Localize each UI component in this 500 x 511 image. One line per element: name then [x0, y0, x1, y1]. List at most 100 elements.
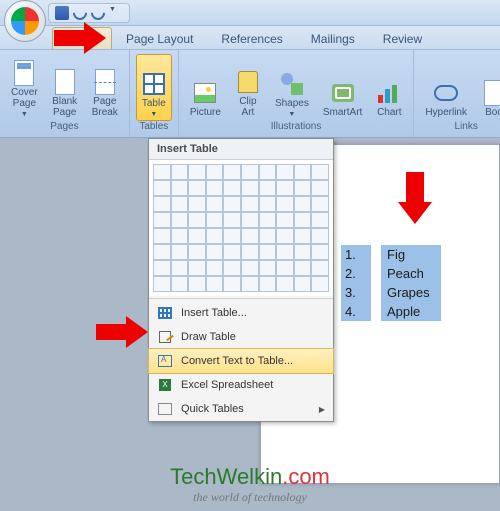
menu-draw-table[interactable]: Draw Table	[149, 325, 333, 349]
tab-mailings[interactable]: Mailings	[297, 28, 369, 49]
grid-cell[interactable]	[311, 276, 329, 292]
grid-cell[interactable]	[171, 212, 189, 228]
grid-cell[interactable]	[294, 276, 312, 292]
grid-cell[interactable]	[153, 180, 171, 196]
grid-cell[interactable]	[259, 196, 277, 212]
grid-cell[interactable]	[171, 244, 189, 260]
bookmark-button[interactable]: Boo	[476, 54, 500, 121]
grid-cell[interactable]	[171, 164, 189, 180]
grid-cell[interactable]	[311, 180, 329, 196]
grid-cell[interactable]	[259, 244, 277, 260]
list-item[interactable]: 2.Peach	[341, 264, 441, 283]
tab-page-layout[interactable]: Page Layout	[112, 28, 207, 49]
hyperlink-button[interactable]: Hyperlink	[420, 54, 472, 121]
grid-cell[interactable]	[241, 276, 259, 292]
grid-cell[interactable]	[259, 212, 277, 228]
grid-cell[interactable]	[294, 164, 312, 180]
grid-cell[interactable]	[276, 196, 294, 212]
grid-cell[interactable]	[153, 244, 171, 260]
grid-cell[interactable]	[188, 228, 206, 244]
save-icon[interactable]	[55, 6, 69, 20]
grid-cell[interactable]	[223, 212, 241, 228]
grid-cell[interactable]	[294, 228, 312, 244]
grid-cell[interactable]	[206, 244, 224, 260]
menu-convert-text-to-table[interactable]: Convert Text to Table...	[149, 349, 333, 373]
grid-cell[interactable]	[311, 260, 329, 276]
grid-cell[interactable]	[241, 260, 259, 276]
grid-cell[interactable]	[311, 228, 329, 244]
grid-cell[interactable]	[153, 164, 171, 180]
smartart-button[interactable]: SmartArt	[318, 54, 367, 121]
grid-cell[interactable]	[153, 276, 171, 292]
grid-cell[interactable]	[294, 180, 312, 196]
grid-cell[interactable]	[276, 228, 294, 244]
shapes-button[interactable]: Shapes ▼	[270, 54, 314, 121]
grid-cell[interactable]	[223, 164, 241, 180]
grid-cell[interactable]	[241, 196, 259, 212]
grid-cell[interactable]	[311, 164, 329, 180]
grid-cell[interactable]	[259, 228, 277, 244]
grid-cell[interactable]	[241, 180, 259, 196]
grid-cell[interactable]	[259, 276, 277, 292]
grid-cell[interactable]	[206, 196, 224, 212]
grid-cell[interactable]	[259, 180, 277, 196]
grid-cell[interactable]	[206, 228, 224, 244]
qat-dropdown-icon[interactable]: ▼	[109, 6, 123, 20]
grid-cell[interactable]	[223, 276, 241, 292]
grid-cell[interactable]	[188, 196, 206, 212]
cover-page-button[interactable]: CoverPage ▼	[6, 54, 43, 121]
grid-cell[interactable]	[276, 276, 294, 292]
clip-art-button[interactable]: ClipArt	[230, 54, 266, 121]
grid-cell[interactable]	[311, 212, 329, 228]
blank-page-button[interactable]: BlankPage	[47, 54, 83, 121]
page-break-button[interactable]: PageBreak	[87, 54, 123, 121]
grid-cell[interactable]	[188, 260, 206, 276]
office-button[interactable]	[4, 0, 46, 42]
grid-cell[interactable]	[241, 244, 259, 260]
grid-cell[interactable]	[276, 180, 294, 196]
grid-cell[interactable]	[153, 260, 171, 276]
grid-cell[interactable]	[188, 212, 206, 228]
grid-cell[interactable]	[276, 244, 294, 260]
grid-cell[interactable]	[153, 212, 171, 228]
grid-cell[interactable]	[294, 244, 312, 260]
grid-cell[interactable]	[223, 260, 241, 276]
grid-cell[interactable]	[276, 164, 294, 180]
tab-references[interactable]: References	[207, 28, 296, 49]
grid-cell[interactable]	[311, 196, 329, 212]
grid-cell[interactable]	[241, 164, 259, 180]
list-item[interactable]: 1.Fig	[341, 245, 441, 264]
grid-cell[interactable]	[206, 212, 224, 228]
grid-cell[interactable]	[223, 180, 241, 196]
grid-cell[interactable]	[188, 164, 206, 180]
insert-table-grid[interactable]	[149, 160, 333, 296]
table-button[interactable]: Table ▼	[136, 54, 172, 121]
grid-cell[interactable]	[259, 260, 277, 276]
grid-cell[interactable]	[206, 164, 224, 180]
list-item[interactable]: 3.Grapes	[341, 283, 441, 302]
grid-cell[interactable]	[276, 260, 294, 276]
grid-cell[interactable]	[294, 260, 312, 276]
list-item[interactable]: 4.Apple	[341, 302, 441, 321]
grid-cell[interactable]	[294, 212, 312, 228]
grid-cell[interactable]	[188, 276, 206, 292]
grid-cell[interactable]	[241, 212, 259, 228]
grid-cell[interactable]	[171, 196, 189, 212]
undo-icon[interactable]	[70, 3, 90, 23]
menu-excel-spreadsheet[interactable]: X Excel Spreadsheet	[149, 373, 333, 397]
grid-cell[interactable]	[259, 164, 277, 180]
menu-insert-table[interactable]: Insert Table...	[149, 301, 333, 325]
grid-cell[interactable]	[223, 244, 241, 260]
grid-cell[interactable]	[188, 180, 206, 196]
grid-cell[interactable]	[188, 244, 206, 260]
grid-cell[interactable]	[171, 180, 189, 196]
grid-cell[interactable]	[153, 196, 171, 212]
grid-cell[interactable]	[294, 196, 312, 212]
grid-cell[interactable]	[223, 228, 241, 244]
grid-cell[interactable]	[206, 260, 224, 276]
grid-cell[interactable]	[171, 228, 189, 244]
grid-cell[interactable]	[311, 244, 329, 260]
picture-button[interactable]: Picture	[185, 54, 226, 121]
grid-cell[interactable]	[241, 228, 259, 244]
grid-cell[interactable]	[223, 196, 241, 212]
